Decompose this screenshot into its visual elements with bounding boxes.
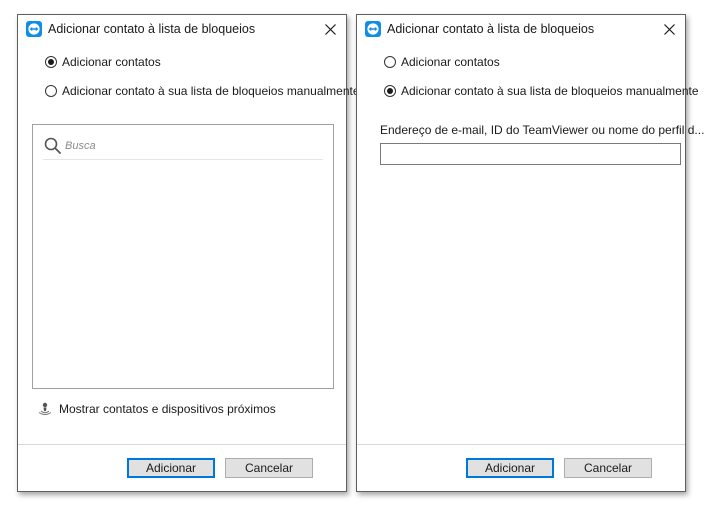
dialog-footer: Adicionar Cancelar <box>357 444 685 491</box>
add-button[interactable]: Adicionar <box>466 458 554 478</box>
teamviewer-icon <box>365 21 381 37</box>
contacts-list[interactable] <box>32 124 334 389</box>
radio-button[interactable] <box>384 85 396 97</box>
close-icon <box>324 23 336 35</box>
search-bar <box>43 135 323 159</box>
contact-identifier-input[interactable] <box>380 143 681 165</box>
radio-add-manually[interactable]: Adicionar contato à sua lista de bloquei… <box>45 83 360 99</box>
radio-add-contacts[interactable]: Adicionar contatos <box>384 54 500 70</box>
dialog-title: Adicionar contato à lista de bloqueios <box>48 22 256 36</box>
dialog-footer: Adicionar Cancelar <box>18 444 346 491</box>
show-nearby-link[interactable]: Mostrar contatos e dispositivos próximos <box>38 401 276 417</box>
title-bar: Adicionar contato à lista de bloqueios <box>18 15 346 43</box>
add-contact-blocklist-dialog-search: Adicionar contato à lista de bloqueios A… <box>17 14 360 492</box>
radio-add-manually[interactable]: Adicionar contato à sua lista de bloquei… <box>384 83 699 99</box>
radio-add-contacts[interactable]: Adicionar contatos <box>45 54 161 70</box>
close-icon <box>663 23 675 35</box>
dialog-title: Adicionar contato à lista de bloqueios <box>387 22 595 36</box>
cancel-button[interactable]: Cancelar <box>225 458 313 478</box>
nearby-label: Mostrar contatos e dispositivos próximos <box>59 402 276 416</box>
teamviewer-icon <box>26 21 42 37</box>
search-divider <box>43 159 323 160</box>
radio-button[interactable] <box>45 56 57 68</box>
radio-button[interactable] <box>45 85 57 97</box>
close-button[interactable] <box>318 18 342 40</box>
add-button[interactable]: Adicionar <box>127 458 215 478</box>
nearby-devices-icon <box>38 402 52 415</box>
contact-field-label: Endereço de e-mail, ID do TeamViewer ou … <box>380 123 704 137</box>
cancel-button[interactable]: Cancelar <box>564 458 652 478</box>
search-input[interactable] <box>65 138 323 154</box>
radio-label: Adicionar contatos <box>401 55 500 69</box>
radio-label: Adicionar contato à sua lista de bloquei… <box>401 84 699 98</box>
radio-label: Adicionar contato à sua lista de bloquei… <box>62 84 360 98</box>
close-button[interactable] <box>657 18 681 40</box>
radio-button[interactable] <box>384 56 396 68</box>
add-contact-blocklist-dialog-manual: Adicionar contato à lista de bloqueios A… <box>356 14 704 492</box>
search-icon <box>44 137 61 154</box>
radio-label: Adicionar contatos <box>62 55 161 69</box>
title-bar: Adicionar contato à lista de bloqueios <box>357 15 685 43</box>
